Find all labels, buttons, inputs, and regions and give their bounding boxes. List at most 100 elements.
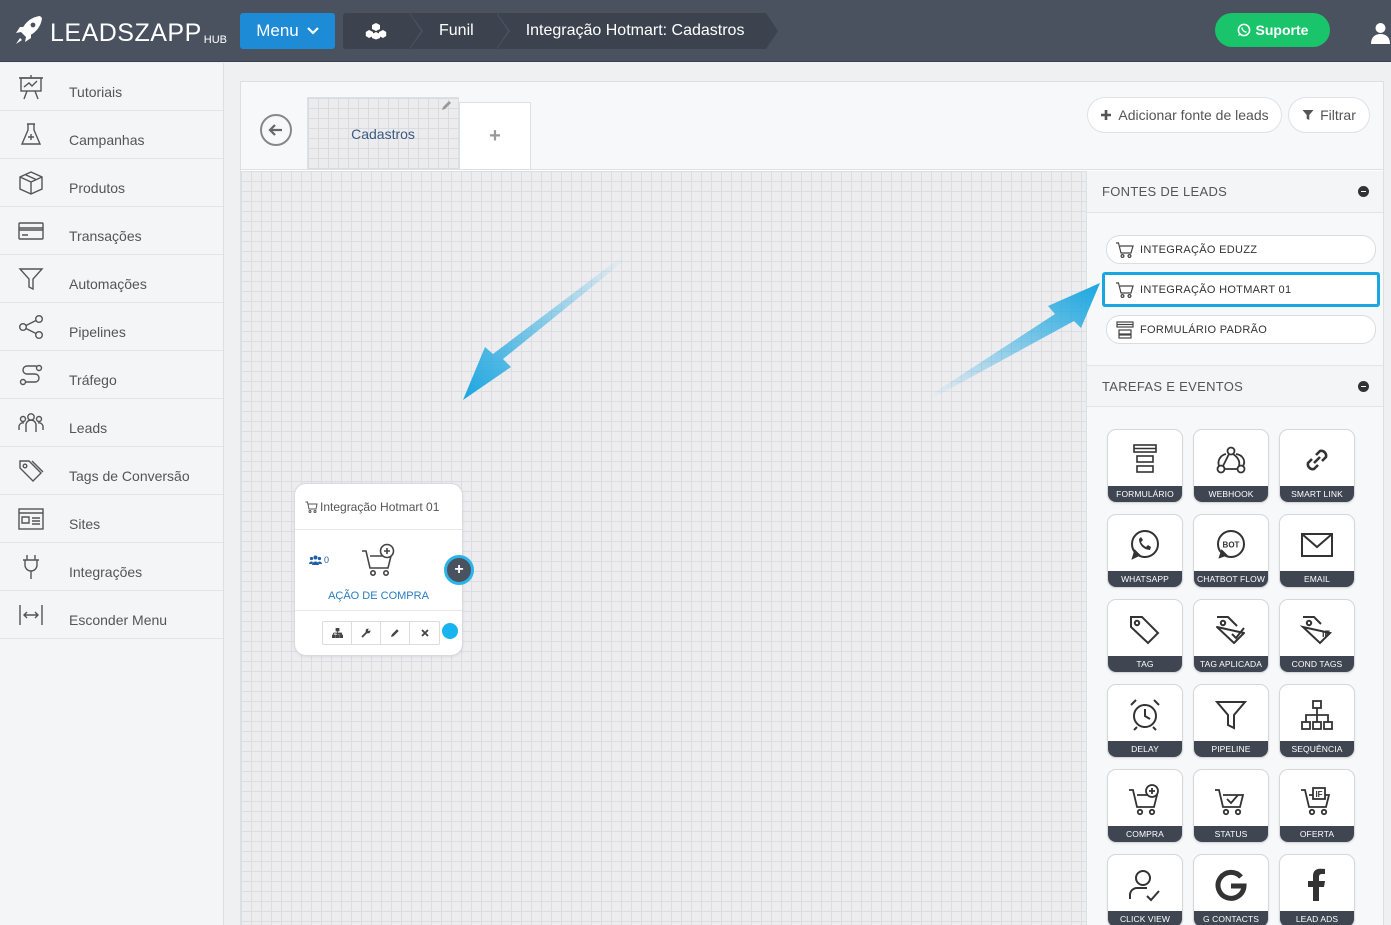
- task-email[interactable]: EMAIL: [1279, 514, 1355, 588]
- task-label: COND TAGS: [1280, 656, 1354, 672]
- node-output-handle[interactable]: [442, 623, 458, 639]
- wrench-icon[interactable]: [352, 622, 381, 644]
- sidebar-item-pipelines[interactable]: Pipelines: [0, 303, 223, 351]
- cart-if-icon: IF: [1301, 787, 1331, 816]
- chevron-down-icon: [306, 27, 319, 35]
- task-sequencia[interactable]: SEQUÊNCIA: [1279, 684, 1355, 758]
- task-pipeline[interactable]: PIPELINE: [1193, 684, 1269, 758]
- presentation-icon: [17, 73, 45, 101]
- tasks-events-header[interactable]: TAREFAS E EVENTOS: [1087, 365, 1383, 407]
- task-label: LEAD ADS: [1280, 911, 1354, 925]
- close-icon[interactable]: [410, 622, 439, 644]
- tools-panel: FONTES DE LEADS INTEGRAÇÃO EDUZZ INTEGRA…: [1086, 171, 1383, 925]
- task-g-contacts[interactable]: G CONTACTS: [1193, 854, 1269, 925]
- task-smart-link[interactable]: SMART LINK: [1279, 429, 1355, 503]
- svg-text:IF: IF: [1322, 629, 1331, 639]
- task-delay[interactable]: DELAY: [1107, 684, 1183, 758]
- facebook-icon: [1308, 868, 1325, 901]
- sidebar-item-label: Campanhas: [69, 131, 145, 148]
- pencil-icon[interactable]: [381, 622, 410, 644]
- flow-canvas[interactable]: Integração Hotmart 01 0 AÇÃO DE COMPRA +: [241, 171, 1086, 925]
- task-cond-tags[interactable]: IF COND TAGS: [1279, 599, 1355, 673]
- lead-sources-header[interactable]: FONTES DE LEADS: [1087, 171, 1383, 213]
- webhook-icon: [1216, 446, 1246, 474]
- sidebar-item-label: Tráfego: [69, 371, 117, 388]
- pencil-icon[interactable]: [440, 100, 452, 112]
- node-toolbar: [322, 621, 440, 645]
- task-label: OFERTA: [1280, 826, 1354, 842]
- sidebar-item-tutoriais[interactable]: Tutoriais: [0, 63, 223, 111]
- sidebar-item-label: Esconder Menu: [69, 611, 168, 628]
- bot-icon: BOT: [1217, 530, 1245, 559]
- task-compra[interactable]: COMPRA: [1107, 769, 1183, 843]
- support-button[interactable]: Suporte: [1215, 13, 1330, 47]
- task-label: CHATBOT FLOW: [1194, 571, 1268, 587]
- add-lead-source-button[interactable]: Adicionar fonte de leads: [1087, 97, 1282, 133]
- task-formulario[interactable]: FORMULÁRIO: [1107, 429, 1183, 503]
- tag-if-icon: IF: [1299, 616, 1332, 645]
- user-icon[interactable]: [1370, 22, 1391, 44]
- lead-source-eduzz[interactable]: INTEGRAÇÃO EDUZZ: [1106, 235, 1376, 264]
- task-chatbot-flow[interactable]: BOT CHATBOT FLOW: [1193, 514, 1269, 588]
- tab-cadastros[interactable]: Cadastros: [307, 97, 459, 169]
- task-tag[interactable]: TAG: [1107, 599, 1183, 673]
- sidebar-item-label: Integrações: [69, 563, 143, 580]
- sidebar-item-automacoes[interactable]: Automações: [0, 255, 223, 303]
- editor-header: Cadastros + Adicionar fonte de leads Fil…: [241, 82, 1383, 170]
- task-label: CLICK VIEW: [1108, 911, 1182, 925]
- task-tag-aplicada[interactable]: TAG APLICADA: [1193, 599, 1269, 673]
- lead-source-hotmart[interactable]: INTEGRAÇÃO HOTMART 01: [1102, 272, 1380, 307]
- sidebar-item-transacoes[interactable]: Transações: [0, 207, 223, 255]
- collapse-icon[interactable]: [1358, 381, 1369, 392]
- sidebar-item-esconder-menu[interactable]: Esconder Menu: [0, 591, 223, 639]
- back-button[interactable]: [260, 114, 292, 146]
- sidebar-item-integracoes[interactable]: Integrações: [0, 543, 223, 591]
- tab-label: Cadastros: [351, 125, 415, 142]
- flow-node[interactable]: Integração Hotmart 01 0 AÇÃO DE COMPRA +: [294, 483, 474, 656]
- sidebar-item-trafego[interactable]: Tráfego: [0, 351, 223, 399]
- box-icon: [17, 169, 45, 197]
- browser-icon: [17, 505, 45, 533]
- task-status[interactable]: STATUS: [1193, 769, 1269, 843]
- task-whatsapp[interactable]: WHATSAPP: [1107, 514, 1183, 588]
- add-next-step-button[interactable]: +: [444, 555, 474, 585]
- task-label: SMART LINK: [1280, 486, 1354, 502]
- menu-button[interactable]: Menu: [240, 13, 335, 49]
- funnel-icon: [17, 265, 45, 293]
- task-label: G CONTACTS: [1194, 911, 1268, 925]
- task-label: PIPELINE: [1194, 741, 1268, 757]
- sidebar-item-leads[interactable]: Leads: [0, 399, 223, 447]
- task-oferta[interactable]: IF OFERTA: [1279, 769, 1355, 843]
- lead-count[interactable]: 0: [309, 555, 329, 565]
- sidebar-item-campanhas[interactable]: Campanhas: [0, 111, 223, 159]
- plug-icon: [17, 553, 45, 581]
- sidebar-item-produtos[interactable]: Produtos: [0, 159, 223, 207]
- users-icon: [17, 409, 45, 437]
- sitemap-icon[interactable]: [323, 622, 352, 644]
- lead-source-label: INTEGRAÇÃO EDUZZ: [1140, 243, 1258, 256]
- filter-button[interactable]: Filtrar: [1288, 97, 1370, 133]
- brand-name: LEADSZAPP: [50, 19, 202, 47]
- node-title-label: Integração Hotmart 01: [320, 499, 440, 514]
- funnel-icon: [1214, 701, 1248, 730]
- lead-source-label: INTEGRAÇÃO HOTMART 01: [1140, 283, 1292, 296]
- sitemap-icon: [1301, 700, 1333, 730]
- sidebar-item-sites[interactable]: Sites: [0, 495, 223, 543]
- collapse-icon[interactable]: [1358, 186, 1369, 197]
- task-label: WEBHOOK: [1194, 486, 1268, 502]
- task-lead-ads[interactable]: LEAD ADS: [1279, 854, 1355, 925]
- lead-source-form[interactable]: FORMULÁRIO PADRÃO: [1106, 315, 1376, 344]
- sidebar-item-label: Pipelines: [69, 323, 126, 340]
- task-click-view[interactable]: CLICK VIEW: [1107, 854, 1183, 925]
- sidebar-item-tags-conversao[interactable]: Tags de Conversão: [0, 447, 223, 495]
- google-icon: [1215, 869, 1247, 901]
- whatsapp-icon: [1237, 23, 1250, 37]
- alarm-clock-icon: [1130, 699, 1160, 731]
- app-logo[interactable]: LEADSZAPP HUB: [14, 14, 227, 48]
- add-lead-source-label: Adicionar fonte de leads: [1118, 107, 1269, 123]
- breadcrumb-home[interactable]: [343, 13, 423, 49]
- menu-label: Menu: [256, 21, 299, 40]
- task-webhook[interactable]: WEBHOOK: [1193, 429, 1269, 503]
- add-tab-button[interactable]: +: [459, 102, 531, 169]
- collapse-arrows-icon: [17, 601, 45, 629]
